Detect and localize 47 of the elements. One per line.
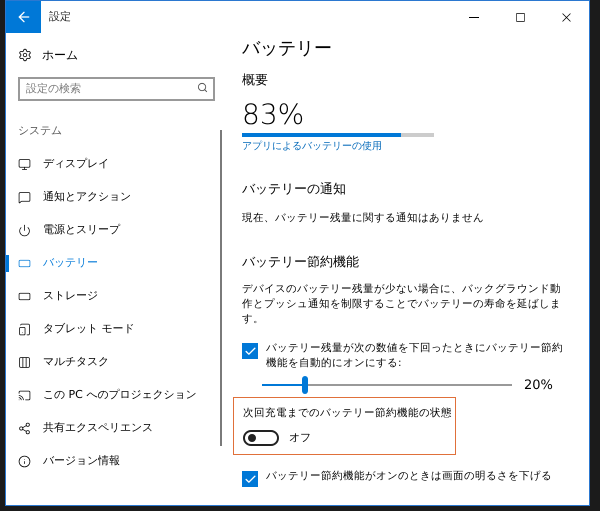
home-item[interactable]: ホーム	[18, 45, 224, 65]
tablet-icon	[18, 322, 31, 336]
sidebar-item[interactable]: ストレージ	[6, 280, 220, 312]
sidebar-item[interactable]: 電源とスリープ	[6, 214, 220, 246]
check-icon	[244, 472, 256, 486]
back-button[interactable]	[6, 1, 41, 33]
sidebar-item[interactable]: マルチタスク	[6, 346, 220, 378]
section-heading: 概要	[242, 72, 269, 90]
description-text: デバイスのバッテリー残量が少ない場合に、バックグラウンド動作とプッシュ通知を制限することでバッテリーの寿命を延ばします。	[242, 282, 562, 328]
sidebar-item[interactable]: 通知とアクション	[6, 180, 220, 214]
search-field[interactable]: 設定の検索	[18, 76, 215, 100]
page-title: バッテリー	[242, 37, 333, 61]
sidebar-item[interactable]: バッテリー	[6, 246, 220, 280]
sidebar-item[interactable]: タブレット モード	[6, 312, 220, 346]
checkbox[interactable]	[242, 343, 258, 360]
monitor-icon	[18, 158, 31, 170]
settings-icon	[18, 48, 32, 62]
battery-usage-link[interactable]: アプリによるバッテリーの使用	[242, 138, 382, 154]
sidebar-item[interactable]: この PC へのプロジェクション	[6, 378, 220, 412]
notification-text: 現在、バッテリー残量に関する通知はありません	[242, 211, 485, 226]
toggle-state: オフ	[289, 430, 311, 446]
sidebar-item[interactable]: ディスプレイ	[6, 148, 220, 180]
share-icon	[18, 422, 31, 434]
info-icon	[18, 454, 31, 468]
toggle-switch[interactable]	[243, 430, 279, 446]
threshold-slider[interactable]	[262, 375, 512, 396]
maximize-icon	[514, 12, 526, 22]
sidebar-item[interactable]: 共有エクスペリエンス	[6, 412, 220, 444]
multitask-icon	[18, 356, 31, 368]
check-icon	[244, 344, 256, 358]
power-icon	[18, 224, 31, 236]
checkbox-label: バッテリー節約機能がオンのときは画面の明るさを下げる	[266, 469, 552, 484]
minimize-icon	[469, 16, 479, 18]
checkbox[interactable]	[242, 471, 258, 488]
section-heading: バッテリーの通知	[242, 180, 347, 198]
section-heading: システム	[18, 123, 63, 139]
toggle-label: 次回充電までのバッテリー節約機能の状態	[243, 406, 453, 422]
checkbox-label: バッテリー残量が次の数値を下回ったときにバッテリー節約機能を自動的にオンにする:	[266, 341, 564, 372]
sidebar-item[interactable]: バージョン情報	[6, 444, 220, 478]
message-icon	[18, 190, 31, 204]
projection-icon	[18, 388, 31, 402]
section-heading: バッテリー節約機能	[242, 254, 360, 272]
search-icon[interactable]	[197, 82, 208, 93]
slider-thumb[interactable]	[302, 376, 308, 394]
window-title: 設定	[49, 8, 71, 25]
slider-value: 20%	[524, 376, 553, 394]
battery-percentage: 83%	[242, 98, 306, 130]
